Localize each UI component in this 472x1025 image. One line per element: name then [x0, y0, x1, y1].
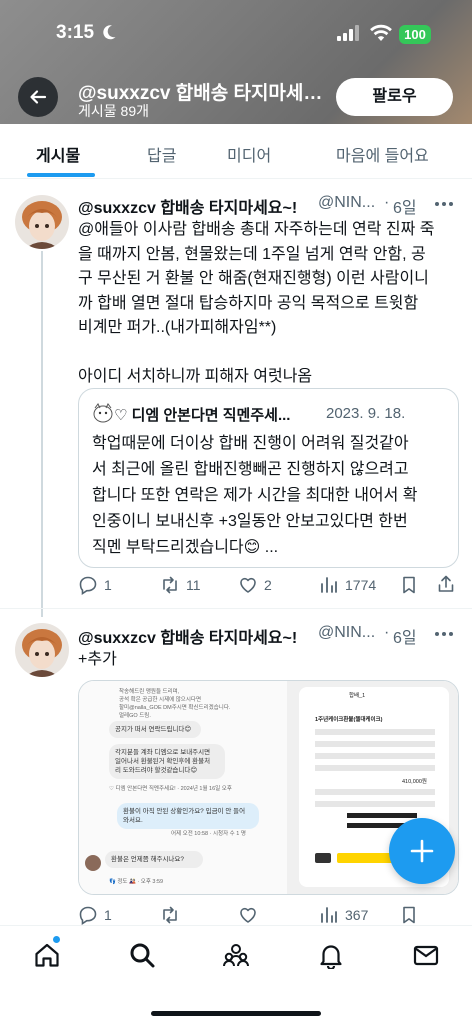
like-button[interactable]: 2: [238, 575, 272, 595]
more-icon[interactable]: [434, 201, 454, 207]
post-timestamp[interactable]: 6일: [393, 624, 417, 648]
avatar[interactable]: [15, 195, 69, 249]
tab-media[interactable]: 미디어: [227, 142, 271, 166]
views-button[interactable]: 1774: [319, 575, 376, 595]
wifi-icon: [370, 24, 392, 41]
tab-likes[interactable]: 마음에 들어요: [336, 142, 429, 166]
post-text: +추가: [78, 651, 117, 668]
reply-icon: [79, 576, 97, 595]
reply-button[interactable]: 1: [78, 575, 112, 595]
post-author-handle[interactable]: @NIN...: [318, 624, 375, 642]
heart-icon: [240, 907, 256, 923]
compose-button[interactable]: [389, 818, 455, 884]
view-count: 367: [345, 907, 369, 923]
reply-button[interactable]: 1: [78, 905, 112, 925]
battery-indicator: 100: [399, 25, 431, 44]
thread-line: [41, 251, 43, 617]
notification-dot: [53, 936, 60, 943]
post-count: 게시물 89개: [78, 103, 149, 119]
views-icon: [321, 577, 337, 593]
share-icon[interactable]: [436, 574, 456, 594]
profile-header: 3:15 100 @suxxzcv 합배송 타지마세요~! 게시물 89개 팔로…: [0, 0, 472, 124]
views-icon: [321, 907, 337, 923]
status-time: 3:15: [56, 22, 95, 43]
tab-replies[interactable]: 답글: [147, 142, 176, 166]
messages-icon[interactable]: [412, 941, 440, 969]
back-button[interactable]: [18, 77, 58, 117]
avatar[interactable]: [15, 623, 69, 677]
notifications-icon[interactable]: [317, 941, 345, 969]
post-author-name[interactable]: @suxxzcv 합배송 타지마세요~!: [78, 194, 314, 218]
repost-count: 11: [186, 577, 201, 593]
avatar-image: [15, 623, 69, 677]
bookmark-icon[interactable]: [399, 905, 419, 925]
post-author-handle[interactable]: @NIN...: [318, 194, 375, 212]
post-timestamp[interactable]: 6일: [393, 194, 417, 218]
view-count: 1774: [345, 577, 377, 593]
search-icon[interactable]: [128, 941, 156, 969]
reply-icon: [79, 906, 97, 925]
divider: [0, 608, 472, 609]
bottom-navigation: [0, 925, 472, 1025]
active-tab-indicator: [27, 173, 95, 177]
signal-icon: [337, 25, 359, 41]
repost-icon: [163, 906, 177, 924]
reply-count: 1: [104, 907, 112, 923]
home-indicator: [151, 1011, 321, 1016]
like-count: 2: [264, 577, 272, 593]
home-icon[interactable]: [33, 941, 61, 969]
moon-icon: [103, 25, 116, 40]
like-button[interactable]: [238, 905, 258, 925]
arrow-left-icon: [30, 90, 47, 104]
quoted-date: 2023. 9. 18.: [326, 405, 406, 422]
divider: [0, 178, 472, 179]
repost-button[interactable]: [160, 905, 180, 925]
quoted-author-name: ♡ 디엠 안본다면 직멘주세...: [114, 407, 291, 424]
chat-screenshot: 착송해드린 맹원들 드리며, 공석 확은 공급한 시제에 않으시다면 할미@na…: [79, 681, 287, 894]
repost-button[interactable]: 11: [160, 575, 201, 595]
more-icon[interactable]: [434, 631, 454, 637]
heart-icon: [240, 577, 256, 593]
avatar-image: [15, 195, 69, 249]
post-text: @애들아 이사람 합배송 총대 자주하는데 연락 진짜 죽 을 때까지 안봄, …: [78, 221, 435, 385]
tab-posts[interactable]: 게시물: [36, 142, 80, 166]
quoted-text: 학업때문에 더이상 합배 진행이 어려워 질것같아 서 최근에 올린 합배진행빼…: [92, 435, 418, 556]
repost-icon: [163, 576, 177, 594]
views-button[interactable]: 367: [319, 905, 368, 925]
plus-icon: [410, 839, 434, 863]
post-author-name[interactable]: @suxxzcv 합배송 타지마세요~!: [78, 624, 314, 648]
reply-count: 1: [104, 577, 112, 593]
bookmark-icon[interactable]: [399, 575, 419, 595]
communities-icon[interactable]: [222, 941, 250, 969]
follow-button[interactable]: 팔로우: [336, 78, 453, 116]
quoted-avatar: [93, 403, 113, 423]
